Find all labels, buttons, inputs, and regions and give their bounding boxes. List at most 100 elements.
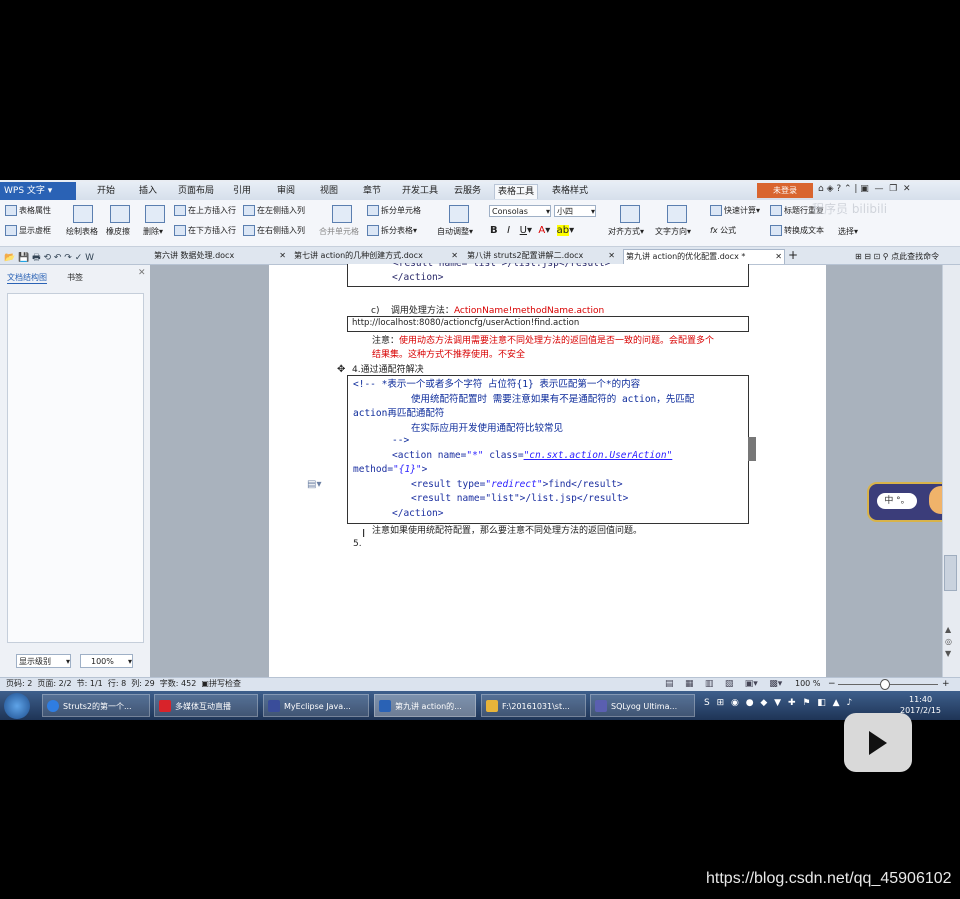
zoom-in-icon[interactable]: + [942,677,950,691]
insert-col-right-button[interactable]: 在右侧插入列 [243,225,305,236]
task-live[interactable]: 多媒体互动直播 [154,694,258,717]
search-icon: ⚲ [882,252,889,261]
autofit-button[interactable]: 自动调整▾ [437,226,473,237]
code-line: --> [392,435,410,446]
draw-table-icon [73,205,93,223]
view-mode-icons[interactable]: ▤ ▦ ▥ ▧ ▣▾ ▩▾ [665,677,782,691]
menu-item-cloud[interactable]: 云服务 [451,184,484,198]
table-add-column-handle[interactable] [748,437,756,461]
task-wps[interactable]: 第九讲 action的... [374,694,476,717]
draw-table-button[interactable]: 绘制表格 [66,226,98,237]
menu-item-review[interactable]: 审阅 [274,184,298,198]
quick-calc-button[interactable]: 快速计算▾ [710,205,760,216]
window-controls[interactable]: ⌂ ◈ ? ⌃ | ▣ — ❐ ✕ [818,184,911,194]
zoom-slider-thumb[interactable] [880,679,890,690]
menu-item-developer[interactable]: 开发工具 [399,184,441,198]
heading-4: 4.通过通配符解决 [352,365,424,375]
zoom-out-icon[interactable]: − [828,677,836,691]
vertical-scrollbar[interactable] [942,265,960,677]
code-line: <result type="redirect">find</result> [411,479,623,490]
level-select[interactable]: 显示级别 ▾ [16,654,71,668]
paragraph-marker-icon[interactable]: ▤▾ [307,479,321,490]
menu-item-table-tools[interactable]: 表格工具 [494,184,539,199]
split-table-button[interactable]: 拆分表格▾ [367,225,417,236]
close-icon[interactable]: ✕ [451,249,458,263]
move-handle-icon[interactable]: ✥ [337,364,345,375]
close-icon[interactable]: ✕ [775,250,782,264]
insert-row-above-button[interactable]: 在上方插入行 [174,205,236,216]
show-gridlines-button[interactable]: 显示虚框 [5,225,51,236]
doc-tab-7[interactable]: 第七讲 action的几种创建方式.docx ✕ [292,249,460,263]
font-size-select[interactable]: 小四 ▾ [554,205,596,217]
close-icon[interactable]: ✕ [608,249,615,263]
start-button[interactable] [4,693,30,719]
code-line: <result name="list">/list.jsp</result> [411,493,629,504]
insert-col-left-button[interactable]: 在左侧插入列 [243,205,305,216]
task-explorer[interactable]: F:\20161031\st... [481,694,586,717]
doc-tab-8[interactable]: 第八讲 struts2配置讲解二.docx ✕ [465,249,617,263]
merge-cells-button[interactable]: 合并单元格 [319,226,359,237]
close-icon[interactable]: ✕ [279,249,286,263]
doc-tab-6[interactable]: 第六讲 数据处理.docx ✕ [152,249,288,263]
table-props-icon [5,205,17,216]
url-text: http://localhost:8080/actioncfg/userActi… [352,318,580,328]
search-command[interactable]: ⊞ ⊟ ⊡ ⚲ 点此查找命令 [855,251,939,262]
menu-item-table-style[interactable]: 表格样式 [549,184,591,198]
item-5: 5. [353,539,362,549]
play-icon [869,731,887,755]
menu-item-layout[interactable]: 页面布局 [175,184,217,198]
login-button[interactable]: 未登录 [757,183,813,198]
task-sqlyog[interactable]: SQLyog Ultima... [590,694,695,717]
formula-button[interactable]: fx 公式 [710,225,736,236]
menu-item-view[interactable]: 视图 [317,184,341,198]
note-2: 注意如果使用统配符配置，那么要注意不同处理方法的返回值问题。 [372,526,643,536]
task-chrome[interactable]: Struts2的第一个... [42,694,150,717]
task-myeclipse[interactable]: MyEclipse Java... [263,694,369,717]
ime-mode[interactable]: 中 °。 [877,493,917,509]
url-watermark: https://blog.csdn.net/qq_45906102 [706,870,952,887]
insert-row-below-button[interactable]: 在下方插入行 [174,225,236,236]
scroll-nav-icons[interactable]: ▲ ◎ ▼ [945,624,952,660]
system-tray-icons[interactable]: S ⊞ ◉ ● ◆ ▼ ✚ ⚑ ◧ ▲ ♪ [704,698,854,708]
chrome-icon [47,700,59,712]
sqlyog-icon [595,700,607,712]
text-direction-button[interactable]: 文字方向▾ [655,226,691,237]
clock[interactable]: 11:40 2017/2/15 [900,694,941,716]
select-button[interactable]: 选择▾ [838,226,858,237]
pane-zoom-select[interactable]: 100% ▾ [80,654,133,668]
note-1-line-2: 结果集。这种方式不推荐使用。不安全 [372,350,526,360]
format-buttons[interactable]: B I U▾ A▾ ab▾ [490,225,574,236]
quick-access-toolbar[interactable]: 📂 💾 🖶 ⟲ ↶ ↷ ✓ W [4,250,94,266]
scrollbar-thumb[interactable] [944,555,957,591]
menu-item-home[interactable]: 开始 [94,184,118,198]
status-info: 页码: 2 页面: 2/2 节: 1/1 行: 8 列: 29 字数: 452 … [6,679,241,688]
play-button[interactable] [844,713,912,772]
table-props-button[interactable]: 表格属性 [5,205,51,216]
convert-icon [770,225,782,236]
tab-bookmark[interactable]: 书签 [67,272,83,283]
autofit-icon [449,205,469,223]
code-line: method="{1}"> [353,464,428,475]
wps-icon [379,700,391,712]
menu-item-references[interactable]: 引用 [230,184,254,198]
font-select[interactable]: Consolas ▾ [489,205,551,217]
merge-cells-icon [332,205,352,223]
new-tab-icon[interactable]: + [788,248,798,262]
doc-tab-9[interactable]: 第九讲 action的优化配置.docx * ✕ [623,249,785,264]
menu-item-insert[interactable]: 插入 [136,184,160,198]
code-line: <action name="*" class="cn.sxt.action.Us… [392,450,673,461]
pane-close-icon[interactable]: ✕ [138,268,146,278]
align-button[interactable]: 对齐方式▾ [608,226,644,237]
tab-outline[interactable]: 文档结构图 [7,272,47,284]
convert-text-button[interactable]: 转换成文本 [770,225,824,236]
insert-above-icon [174,205,186,216]
zoom-level: 100 % [795,679,821,688]
list-item-c: c) 调用处理方法：ActionName!methodName.action [371,306,605,316]
menu-item-chapter[interactable]: 章节 [360,184,384,198]
wps-app-button[interactable]: WPS 文字 ▾ [0,182,76,200]
delete-button[interactable]: 删除▾ [143,226,163,237]
code-line: action再匹配通配符 [353,408,445,419]
outline-panel [7,293,144,643]
split-cells-button[interactable]: 拆分单元格 [367,205,421,216]
eraser-button[interactable]: 橡皮擦 [106,226,130,237]
